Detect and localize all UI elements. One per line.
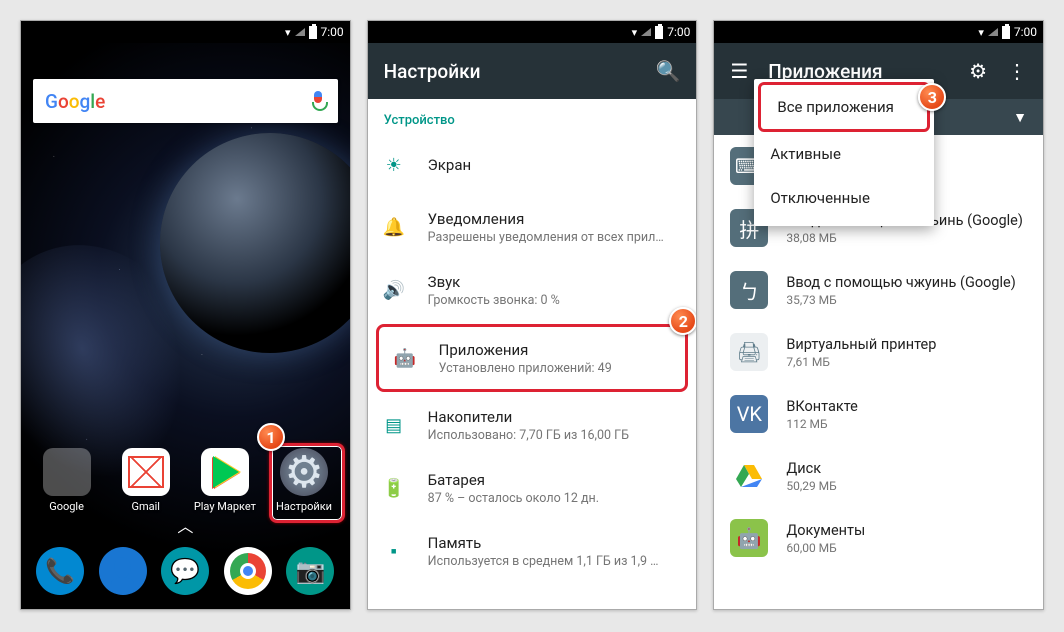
- callout-3: Все приложения: [758, 82, 930, 132]
- memory-icon: ▪: [384, 541, 404, 562]
- google-search-bar[interactable]: Google: [33, 79, 338, 123]
- battery-icon: [1002, 26, 1010, 39]
- row-memory[interactable]: ▪ ПамятьИспользуется в среднем 1,1 ГБ из…: [368, 520, 697, 583]
- settings-title: Настройки: [384, 60, 636, 83]
- search-icon[interactable]: 🔍: [655, 59, 680, 83]
- dropdown-all[interactable]: Все приложения: [761, 85, 927, 129]
- battery-row-icon: 🔋: [384, 478, 404, 499]
- battery-icon: [309, 26, 317, 39]
- apps-icon: 🤖: [395, 348, 415, 369]
- app-play-market[interactable]: Play Маркет: [188, 448, 262, 513]
- status-bar: ▾ 7:00: [21, 21, 350, 43]
- overflow-icon[interactable]: ⋮: [1007, 59, 1027, 83]
- vk-icon: VK: [730, 395, 768, 433]
- home-screen: ▾ 7:00 Google Google Gmail Play Маркет: [20, 20, 351, 610]
- dropdown-disabled[interactable]: Отключенные: [754, 176, 934, 220]
- row-battery[interactable]: 🔋 Батарея87 % – осталось около 12 дн.: [368, 457, 697, 520]
- bell-icon: 🔔: [384, 217, 404, 238]
- app-google-folder[interactable]: Google: [30, 448, 104, 513]
- dock-contacts[interactable]: 👤: [99, 547, 147, 595]
- dock-chrome[interactable]: [224, 547, 272, 595]
- section-device: Устройство: [368, 99, 697, 134]
- apps-screen: ▾ 7:00 ☰ Приложения ⚙ ⋮ Все приложения ▼…: [713, 20, 1044, 610]
- dock: 📞 👤 💬 📷: [21, 547, 350, 595]
- battery-icon: [655, 26, 663, 39]
- app-row-2[interactable]: ㄅ Ввод с помощью чжуинь (Google)35,73 МБ: [714, 259, 1043, 321]
- callout-1: [269, 443, 345, 523]
- signal-icon: [641, 28, 651, 36]
- status-time: 7:00: [321, 25, 344, 39]
- row-sound[interactable]: 🔊 ЗвукГромкость звонка: 0 %: [368, 259, 697, 322]
- settings-screen: ▾ 7:00 Настройки 🔍 Устройство ☀ Экран 🔔 …: [367, 20, 698, 610]
- printer-icon: 🖨: [730, 333, 768, 371]
- wifi-icon: ▾: [978, 26, 984, 39]
- drive-icon: [730, 457, 768, 495]
- status-bar: ▾ 7:00: [714, 21, 1043, 43]
- menu-icon[interactable]: ☰: [730, 59, 748, 83]
- signal-icon: [295, 28, 305, 36]
- keyboard-icon: ㄅ: [730, 271, 768, 309]
- brightness-icon: ☀: [384, 155, 404, 176]
- status-time: 7:00: [667, 25, 690, 39]
- google-logo: Google: [45, 90, 105, 113]
- app-row-3[interactable]: 🖨 Виртуальный принтер7,61 МБ: [714, 321, 1043, 383]
- android-icon: 🤖: [730, 519, 768, 557]
- settings-appbar: Настройки 🔍: [368, 43, 697, 99]
- app-row-5[interactable]: Диск50,29 МБ: [714, 445, 1043, 507]
- app-gmail[interactable]: Gmail: [109, 448, 183, 513]
- status-time: 7:00: [1014, 25, 1037, 39]
- app-row-6[interactable]: 🤖 Документы60,00 МБ: [714, 507, 1043, 569]
- dropdown-active[interactable]: Активные: [754, 132, 934, 176]
- callout-2: 🤖 ПриложенияУстановлено приложений: 49 2: [376, 324, 689, 392]
- badge-1: 1: [257, 423, 285, 451]
- mic-icon[interactable]: [310, 91, 326, 111]
- dock-messages[interactable]: 💬: [161, 547, 209, 595]
- wifi-icon: ▾: [285, 26, 291, 39]
- app-row-4[interactable]: VK ВКонтакте112 МБ: [714, 383, 1043, 445]
- dock-camera[interactable]: 📷: [286, 547, 334, 595]
- row-storage[interactable]: ▤ НакопителиИспользовано: 7,70 ГБ из 16,…: [368, 394, 697, 457]
- badge-2: 2: [669, 307, 697, 335]
- volume-icon: 🔊: [384, 280, 404, 301]
- settings-gear-icon[interactable]: ⚙: [969, 59, 987, 83]
- row-apps[interactable]: 🤖 ПриложенияУстановлено приложений: 49: [379, 327, 686, 389]
- app-drawer-handle[interactable]: ︿: [177, 513, 193, 537]
- signal-icon: [988, 28, 998, 36]
- row-notifications[interactable]: 🔔 УведомленияРазрешены уведомления от вс…: [368, 196, 697, 259]
- row-display[interactable]: ☀ Экран: [368, 134, 697, 196]
- storage-icon: ▤: [384, 415, 404, 436]
- dock-phone[interactable]: 📞: [36, 547, 84, 595]
- chevron-down-icon: ▼: [1013, 109, 1027, 126]
- wallpaper: Google Google Gmail Play Маркет Настройк…: [21, 43, 350, 609]
- filter-dropdown: Все приложения Активные Отключенные: [754, 79, 934, 226]
- status-bar: ▾ 7:00: [368, 21, 697, 43]
- wifi-icon: ▾: [632, 26, 638, 39]
